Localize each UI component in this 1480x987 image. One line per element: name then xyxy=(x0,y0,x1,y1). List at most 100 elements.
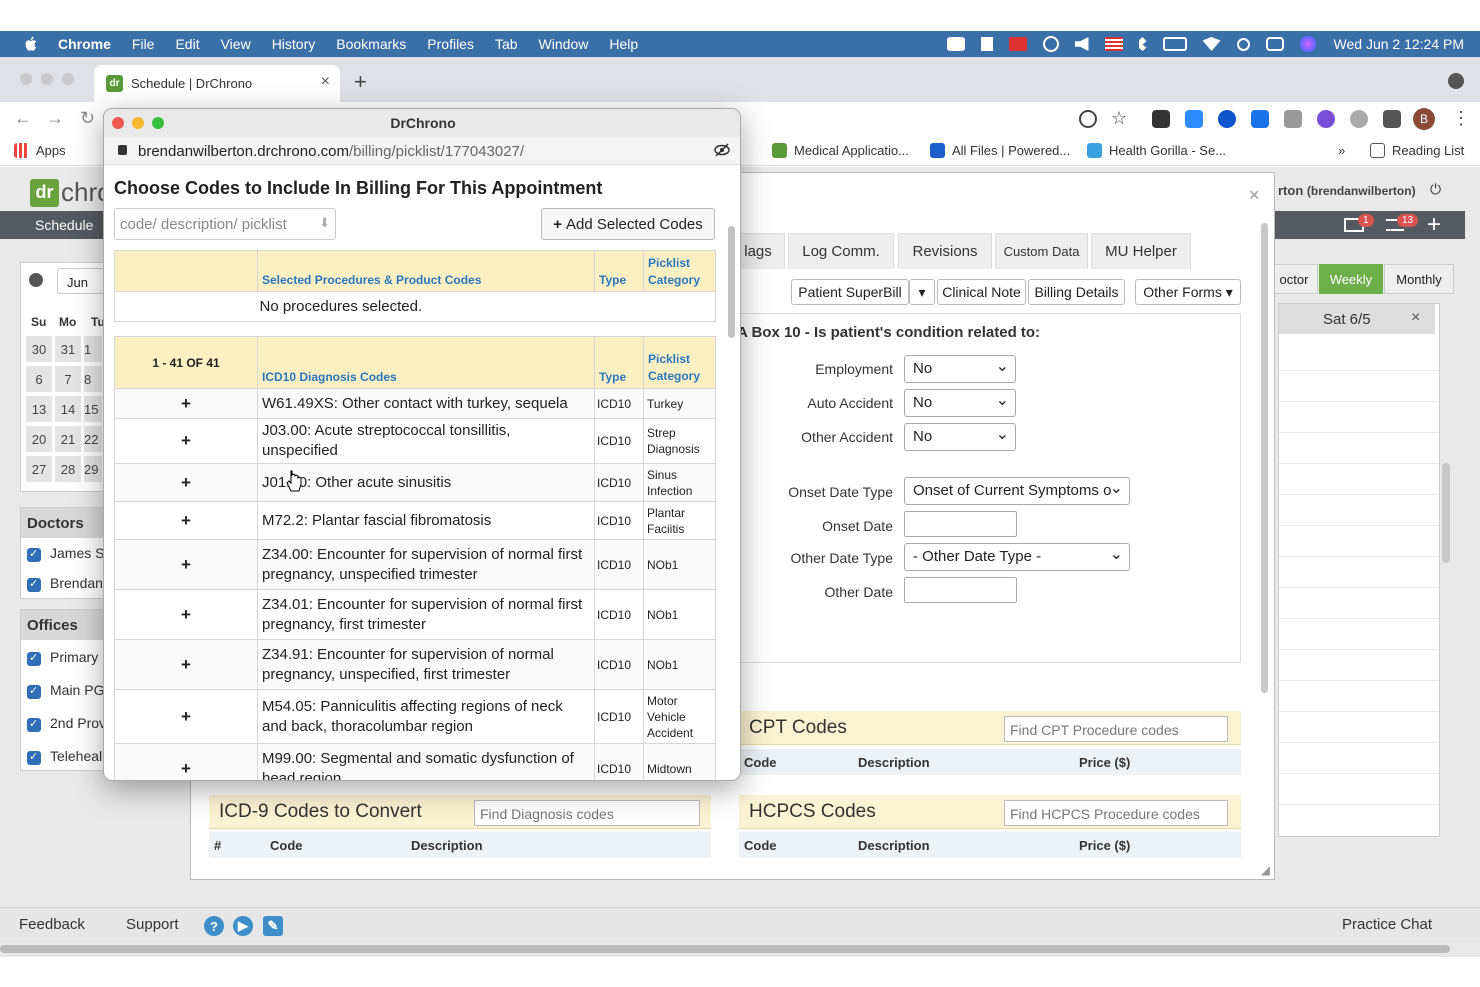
eye-off-icon[interactable] xyxy=(1079,110,1097,128)
popup-scrollbar[interactable] xyxy=(728,226,735,338)
add-code-plus-icon[interactable]: + xyxy=(181,707,191,726)
window-zoom-button[interactable] xyxy=(62,73,74,85)
calendar-day[interactable]: 20 xyxy=(26,426,52,452)
popup-zoom-button[interactable] xyxy=(152,117,164,129)
calendar-day[interactable]: 7 xyxy=(55,366,81,392)
search-icon[interactable] xyxy=(1236,37,1250,51)
zoom-status-icon[interactable] xyxy=(946,37,965,51)
doctor-checkbox[interactable] xyxy=(27,547,41,562)
patient-superbill-button[interactable]: Patient SuperBill xyxy=(791,279,909,305)
office-checkbox[interactable] xyxy=(27,684,41,699)
clinical-note-button[interactable]: Clinical Note xyxy=(937,279,1026,305)
window-minimize-button[interactable] xyxy=(41,73,53,85)
calendar-day[interactable]: 22 xyxy=(84,426,102,452)
add-code-plus-icon[interactable]: + xyxy=(181,655,191,674)
new-tab-icon[interactable]: + xyxy=(354,69,367,95)
siri-icon[interactable] xyxy=(1299,36,1316,52)
search-dropdown-icon[interactable]: ⬇ xyxy=(319,215,330,231)
modal-scrollbar[interactable] xyxy=(1261,223,1268,693)
bookmark-apps[interactable]: Apps xyxy=(14,143,66,158)
browser-tab-schedule[interactable]: dr Schedule | DrChrono × xyxy=(94,65,340,102)
type-header[interactable]: Type xyxy=(599,273,626,287)
onset-date-type-select[interactable]: Onset of Current Symptoms o xyxy=(904,477,1130,505)
horizontal-scrollbar[interactable] xyxy=(0,945,1450,953)
logout-icon[interactable]: ⏻ xyxy=(1430,181,1441,198)
menu-help[interactable]: Help xyxy=(609,36,638,52)
modal-close-icon[interactable]: × xyxy=(1249,185,1260,206)
grammarly-icon[interactable] xyxy=(1218,110,1236,128)
tab-mu-helper[interactable]: MU Helper xyxy=(1091,233,1191,269)
onset-date-input[interactable] xyxy=(904,511,1017,537)
calendar-day[interactable]: 15 xyxy=(84,396,102,422)
tab-search-icon[interactable] xyxy=(1448,73,1464,89)
video-play-icon[interactable]: ▶ xyxy=(233,916,253,936)
cpt-search-input[interactable]: Find CPT Procedure codes xyxy=(1004,716,1228,742)
selected-procedures-header[interactable]: Selected Procedures & Product Codes xyxy=(262,273,481,287)
popup-close-button[interactable] xyxy=(112,117,124,129)
view-doctor-button[interactable]: octor xyxy=(1270,264,1318,294)
extension-5-icon[interactable] xyxy=(1284,110,1302,128)
volume-icon[interactable] xyxy=(1074,37,1089,51)
feedback-link[interactable]: Feedback xyxy=(19,916,85,933)
calendar-day[interactable]: 27 xyxy=(26,456,52,482)
tab-revisions[interactable]: Revisions xyxy=(898,233,992,269)
extension-7-icon[interactable] xyxy=(1350,110,1368,128)
superbill-dropdown-button[interactable]: ▾ xyxy=(909,279,935,305)
view-monthly-button[interactable]: Monthly xyxy=(1384,264,1454,294)
type-header[interactable]: Type xyxy=(599,370,626,384)
calendar-day[interactable]: 8 xyxy=(84,366,102,392)
calendar-day[interactable]: 14 xyxy=(55,396,81,422)
add-selected-codes-button[interactable]: + Add Selected Codes xyxy=(541,208,715,240)
auto-accident-select[interactable]: No xyxy=(904,389,1016,417)
browser-menu-icon[interactable]: ⋮ xyxy=(1452,108,1470,129)
menu-history[interactable]: History xyxy=(272,36,316,52)
picklist-category-header[interactable]: Picklist Category xyxy=(648,352,700,383)
page-scrollbar[interactable] xyxy=(1442,463,1450,563)
other-accident-select[interactable]: No xyxy=(904,423,1016,451)
apple-icon[interactable] xyxy=(22,35,40,53)
tab-log-comm[interactable]: Log Comm. xyxy=(788,233,894,269)
zoom-extension-icon[interactable] xyxy=(1185,110,1203,128)
add-code-plus-icon[interactable]: + xyxy=(181,605,191,624)
other-date-type-select[interactable]: - Other Date Type - xyxy=(904,543,1130,571)
menu-tab[interactable]: Tab xyxy=(495,36,518,52)
bookmark-health-gorilla[interactable]: Health Gorilla - Se... xyxy=(1087,143,1226,158)
bluetooth-icon[interactable] xyxy=(1138,37,1147,51)
menu-edit[interactable]: Edit xyxy=(175,36,199,52)
picklist-category-header[interactable]: Picklist Category xyxy=(648,256,700,287)
help-icon[interactable]: ? xyxy=(204,916,224,936)
calendar-day[interactable]: 21 xyxy=(55,426,81,452)
employment-select[interactable]: No xyxy=(904,355,1016,383)
popup-url-bar[interactable]: brendanwilberton.drchrono.com/billing/pi… xyxy=(104,137,740,165)
office-checkbox[interactable] xyxy=(27,750,41,765)
calendar-day[interactable]: 30 xyxy=(26,336,52,362)
office-checkbox[interactable] xyxy=(27,651,41,666)
support-link[interactable]: Support xyxy=(126,916,179,933)
us-flag-icon[interactable] xyxy=(1104,37,1123,51)
menu-bookmarks[interactable]: Bookmarks xyxy=(336,36,406,52)
popup-url[interactable]: brendanwilberton.drchrono.com/billing/pi… xyxy=(138,143,524,160)
office-checkbox[interactable] xyxy=(27,717,41,732)
add-code-plus-icon[interactable]: + xyxy=(181,555,191,574)
reload-icon[interactable]: ↻ xyxy=(80,108,95,129)
bookmark-all-files[interactable]: All Files | Powered... xyxy=(930,143,1070,158)
calendar-day[interactable]: 13 xyxy=(26,396,52,422)
practice-chat-link[interactable]: Practice Chat xyxy=(1342,916,1432,933)
extensions-puzzle-icon[interactable] xyxy=(1383,110,1401,128)
tab-custom-data[interactable]: Custom Data xyxy=(995,233,1088,269)
bookmarks-overflow-icon[interactable]: » xyxy=(1338,143,1345,158)
calendar-day[interactable]: 28 xyxy=(55,456,81,482)
drchrono-logo[interactable]: dr chro xyxy=(30,177,112,208)
play-icon[interactable] xyxy=(1042,36,1059,52)
reading-list[interactable]: Reading List xyxy=(1370,143,1464,158)
window-close-button[interactable] xyxy=(20,73,32,85)
calendar-day[interactable]: 29 xyxy=(84,456,102,482)
calendar-day[interactable]: 31 xyxy=(55,336,81,362)
menu-file[interactable]: File xyxy=(132,36,155,52)
menu-clock[interactable]: Wed Jun 2 12:24 PM xyxy=(1334,36,1464,52)
edit-note-icon[interactable]: ✎ xyxy=(263,916,283,936)
icd9-search-input[interactable]: Find Diagnosis codes xyxy=(474,800,700,826)
back-icon[interactable]: ← xyxy=(14,108,32,129)
view-weekly-button[interactable]: Weekly xyxy=(1319,264,1383,294)
tab-close-icon[interactable]: × xyxy=(321,73,330,91)
